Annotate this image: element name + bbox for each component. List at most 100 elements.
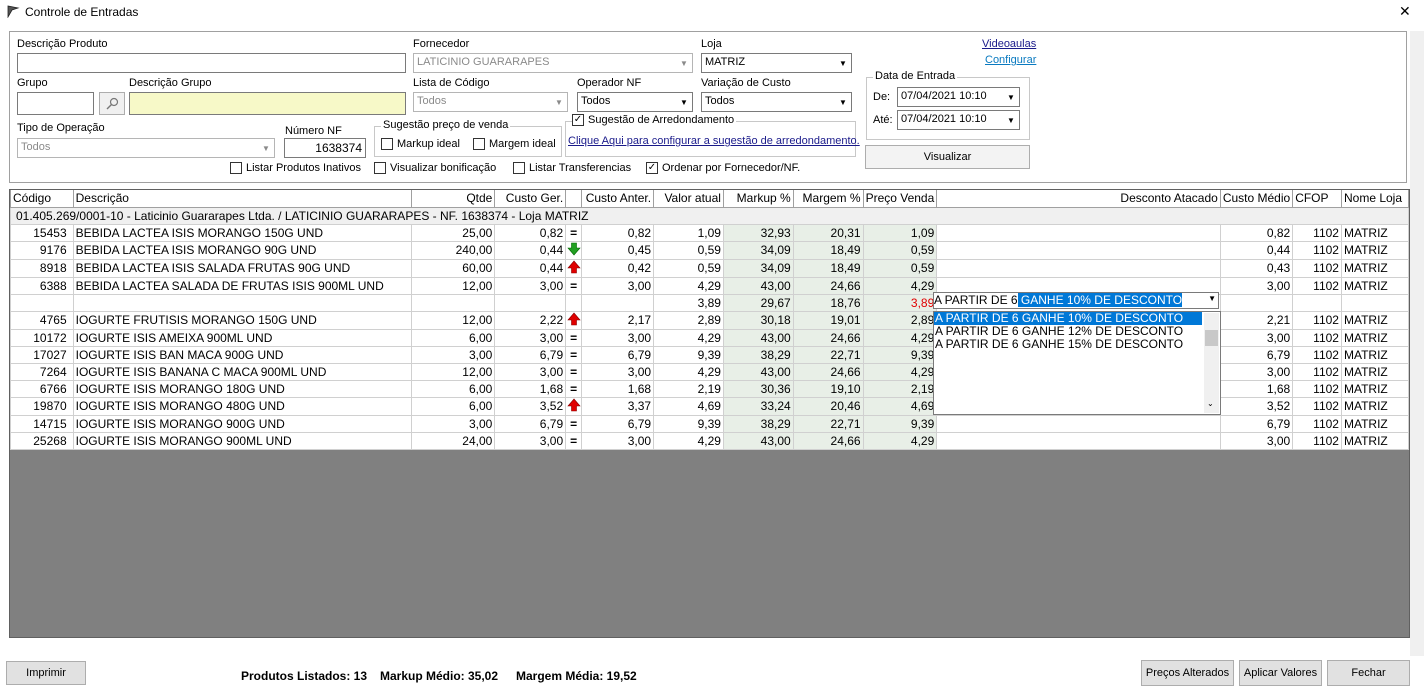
cell-preco-venda[interactable]: 4,29	[862, 362, 938, 381]
table-row[interactable]: 9176 BEBIDA LACTEA ISIS MORANGO 90G UND 24…	[10, 240, 1409, 260]
checkbox-box[interactable]	[230, 162, 242, 174]
cell-desconto[interactable]	[936, 258, 1221, 278]
cell-preco-venda[interactable]: 3,89	[862, 293, 938, 312]
column-header[interactable]: Valor atual	[653, 190, 724, 208]
markup-ideal-checkbox[interactable]: Markup ideal	[381, 138, 460, 150]
checkbox-checked[interactable]: ✓	[572, 114, 584, 126]
chevron-down-icon[interactable]: ▼	[1208, 294, 1216, 303]
chevron-down-icon[interactable]: ▼	[1003, 88, 1019, 106]
sugestao-arred-checkbox[interactable]: ✓ Sugestão de Arredondamento	[572, 114, 737, 126]
column-header[interactable]: Descrição	[72, 190, 413, 208]
checkbox-checked[interactable]: ✓	[646, 162, 658, 174]
data-ate-picker[interactable]: 07/04/2021 10:10 ▼	[897, 110, 1020, 130]
cell-valor-atual: 1,09	[653, 223, 724, 242]
table-row[interactable]: 15453 BEBIDA LACTEA ISIS MORANGO 150G UND…	[10, 223, 1409, 242]
chevron-down-icon[interactable]: ▼	[258, 139, 274, 157]
cell-preco-venda[interactable]: 0,59	[862, 258, 938, 278]
column-header[interactable]: Markup %	[722, 190, 794, 208]
cell-descricao: IOGURTE ISIS MORANGO 900G UND	[72, 414, 413, 433]
column-header[interactable]: CFOP	[1292, 190, 1342, 208]
table-row[interactable]: 25268 IOGURTE ISIS MORANGO 900ML UND 24,00…	[10, 431, 1409, 450]
chevron-down-icon[interactable]: ▼	[835, 93, 851, 111]
listar-inativos-checkbox[interactable]: Listar Produtos Inativos	[230, 162, 361, 174]
column-header[interactable]: Custo Médio	[1219, 190, 1294, 208]
desconto-option[interactable]: A PARTIR DE 6 GANHE 15% DE DESCONTO	[934, 338, 1220, 351]
desconto-atacado-select[interactable]: A PARTIR DE 6 GANHE 10% DE DESCONTO ▼	[933, 292, 1219, 309]
fornecedor-select[interactable]: LATICINIO GUARARAPES ▼	[413, 53, 693, 73]
margem-ideal-checkbox[interactable]: Margem ideal	[473, 138, 556, 150]
chevron-down-icon[interactable]: ▼	[1003, 111, 1019, 129]
imprimir-button[interactable]: Imprimir	[6, 661, 86, 685]
window-scrollbar[interactable]	[1410, 31, 1424, 656]
checkbox-box[interactable]	[513, 162, 525, 174]
configurar-arred-link[interactable]: Clique Aqui para configurar a sugestão d…	[568, 135, 860, 147]
variacao-custo-select[interactable]: Todos ▼	[701, 92, 852, 112]
cell-preco-venda[interactable]: 4,69	[862, 396, 938, 416]
cell-preco-venda[interactable]: 1,09	[862, 223, 938, 242]
cell-preco-venda[interactable]: 4,29	[862, 431, 938, 450]
aplicar-valores-button[interactable]: Aplicar Valores	[1239, 660, 1322, 686]
chevron-down-icon[interactable]: ⌄	[1207, 399, 1214, 408]
cell-markup: 32,93	[722, 223, 794, 242]
column-header[interactable]: Nome Loja	[1340, 190, 1409, 208]
column-header[interactable]: Custo Ger.	[494, 190, 567, 208]
column-header[interactable]: Custo Anter.	[581, 190, 655, 208]
cell-desconto[interactable]	[936, 240, 1221, 260]
cell-custo-ger: 6,79	[494, 414, 567, 433]
cell-preco-venda[interactable]: 2,89	[862, 310, 938, 330]
column-header[interactable]: Desconto Atacado	[936, 190, 1221, 208]
grupo-search-button[interactable]	[99, 92, 125, 115]
numero-nf-input[interactable]: 1638374	[284, 138, 366, 158]
table-row[interactable]: 8918 BEBIDA LACTEA ISIS SALADA FRUTAS 90G…	[10, 258, 1409, 278]
precos-alterados-button[interactable]: Preços Alterados	[1141, 660, 1234, 686]
checkbox-box[interactable]	[374, 162, 386, 174]
column-header[interactable]: Qtde	[411, 190, 496, 208]
chevron-down-icon[interactable]: ▼	[676, 54, 692, 72]
fechar-button[interactable]: Fechar	[1327, 660, 1410, 686]
cell-desconto[interactable]	[936, 223, 1221, 242]
table-row[interactable]: 14715 IOGURTE ISIS MORANGO 900G UND 3,00 6,…	[10, 414, 1409, 433]
cell-preco-venda[interactable]: 4,29	[862, 276, 938, 295]
numero-nf-label: Número NF	[285, 125, 342, 137]
chevron-down-icon[interactable]: ▼	[551, 93, 567, 111]
configurar-link[interactable]: Configurar	[985, 54, 1036, 66]
cell-desconto[interactable]	[936, 414, 1221, 433]
grupo-input[interactable]	[17, 92, 94, 115]
cell-ind: =	[565, 362, 583, 381]
cell-preco-venda[interactable]: 2,19	[862, 379, 938, 398]
checkbox-box[interactable]	[473, 138, 485, 150]
column-header[interactable]: Preço Venda	[862, 190, 938, 208]
lista-codigo-select[interactable]: Todos ▼	[413, 92, 568, 112]
scrollbar[interactable]: ⌄	[1204, 313, 1219, 413]
ordenar-fornecedor-checkbox[interactable]: ✓ Ordenar por Fornecedor/NF.	[646, 162, 800, 174]
cell-ind: =	[565, 345, 583, 364]
column-header[interactable]: Código	[10, 190, 74, 208]
cell-preco-venda[interactable]: 9,39	[862, 414, 938, 433]
chevron-down-icon[interactable]: ▼	[676, 93, 692, 111]
cell-ind	[565, 240, 583, 260]
listar-transferencias-checkbox[interactable]: Listar Transferencias	[513, 162, 631, 174]
descricao-grupo-input[interactable]	[129, 92, 406, 115]
operador-nf-select[interactable]: Todos ▼	[577, 92, 693, 112]
data-de-picker[interactable]: 07/04/2021 10:10 ▼	[897, 87, 1020, 107]
scrollbar-thumb[interactable]	[1205, 330, 1218, 346]
cell-preco-venda[interactable]: 0,59	[862, 240, 938, 260]
column-header[interactable]	[565, 190, 583, 208]
loja-select[interactable]: MATRIZ ▼	[701, 53, 852, 73]
cell-cfop: 1102	[1292, 328, 1342, 347]
visualizar-button[interactable]: Visualizar	[865, 145, 1030, 169]
cell-preco-venda[interactable]: 9,39	[862, 345, 938, 364]
visualizar-bonificacao-checkbox[interactable]: Visualizar bonificação	[374, 162, 496, 174]
chevron-down-icon[interactable]: ▼	[835, 54, 851, 72]
cell-valor-atual: 4,29	[653, 276, 724, 295]
cell-preco-venda[interactable]: 4,29	[862, 328, 938, 347]
cell-desconto[interactable]	[936, 431, 1221, 450]
cell-qtde: 6,00	[411, 396, 496, 416]
column-header[interactable]: Margem %	[792, 190, 864, 208]
tipo-operacao-select[interactable]: Todos ▼	[17, 138, 275, 158]
checkbox-box[interactable]	[381, 138, 393, 150]
videoaulas-link[interactable]: Videoaulas	[982, 38, 1036, 50]
close-icon[interactable]: ✕	[1399, 3, 1411, 20]
descricao-produto-input[interactable]	[17, 53, 406, 73]
desconto-atacado-list[interactable]: A PARTIR DE 6 GANHE 10% DE DESCONTO A PA…	[933, 311, 1221, 415]
